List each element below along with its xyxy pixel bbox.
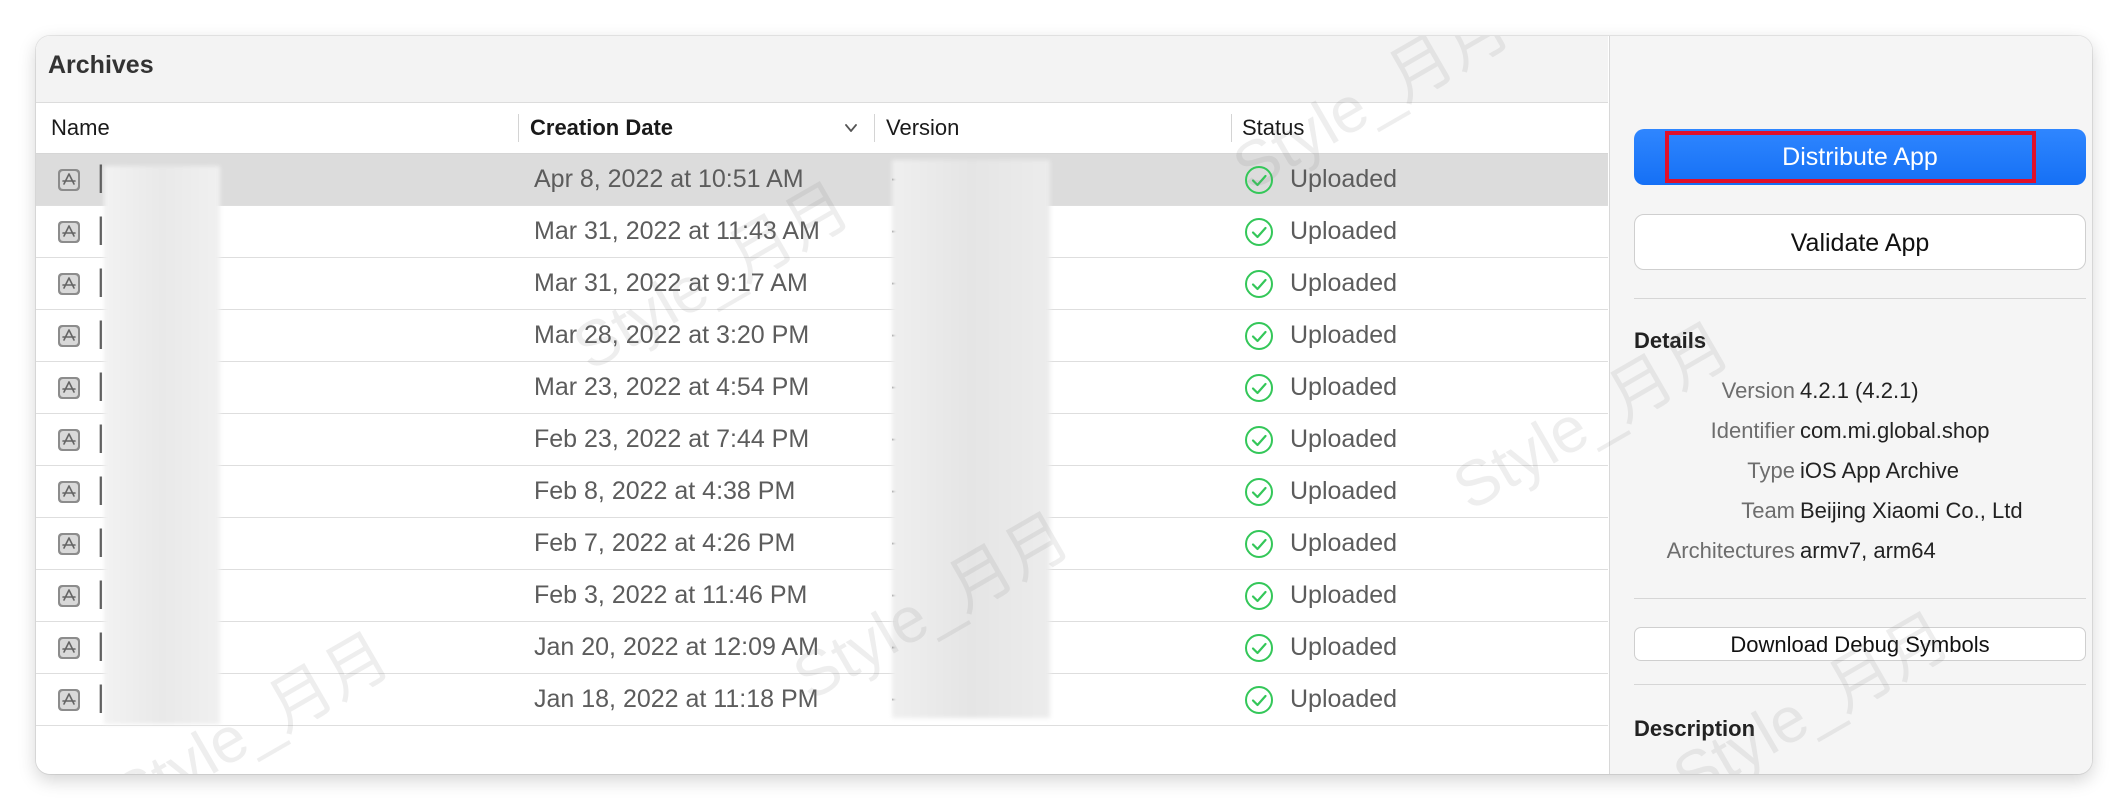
archive-row[interactable]: ▏Feb 3, 2022 at 11:46 PM-Uploaded bbox=[36, 570, 1608, 622]
app-archive-icon bbox=[58, 637, 80, 659]
checkmark-circle-icon bbox=[1245, 478, 1273, 506]
checkmark-circle-icon bbox=[1245, 686, 1273, 714]
validate-app-button[interactable]: Validate App bbox=[1634, 214, 2086, 270]
archive-status: Uploaded bbox=[1290, 425, 1398, 453]
archive-row[interactable]: ▏Mar 28, 2022 at 3:20 PM-Uploaded bbox=[36, 310, 1608, 362]
detail-value: iOS App Archive bbox=[1800, 458, 1959, 483]
checkmark-circle-icon bbox=[1245, 374, 1273, 402]
archives-header: Archives bbox=[36, 36, 1608, 103]
checkmark-circle-icon bbox=[1245, 218, 1273, 246]
archive-status: Uploaded bbox=[1290, 217, 1398, 245]
app-archive-icon bbox=[58, 325, 80, 347]
redacted-version-column bbox=[892, 160, 1050, 718]
column-header-creation-date[interactable]: Creation Date bbox=[530, 103, 673, 153]
archive-row[interactable]: ▏Jan 20, 2022 at 12:09 AM-Uploaded bbox=[36, 622, 1608, 674]
archive-status: Uploaded bbox=[1290, 269, 1398, 297]
detail-value: 4.2.1 (4.2.1) bbox=[1800, 378, 1919, 403]
archive-row[interactable]: ▏Jan 18, 2022 at 11:18 PM-Uploaded bbox=[36, 674, 1608, 726]
app-archive-icon bbox=[58, 169, 80, 191]
checkmark-circle-icon bbox=[1245, 426, 1273, 454]
archive-status: Uploaded bbox=[1290, 581, 1398, 609]
archive-creation-date: Apr 8, 2022 at 10:51 AM bbox=[534, 165, 804, 193]
archive-creation-date: Mar 23, 2022 at 4:54 PM bbox=[534, 373, 810, 401]
details-title: Details bbox=[1634, 328, 1707, 353]
archive-row[interactable]: ▏Mar 23, 2022 at 4:54 PM-Uploaded bbox=[36, 362, 1608, 414]
archive-creation-date: Feb 8, 2022 at 4:38 PM bbox=[534, 477, 796, 505]
archive-row[interactable]: ▏Mar 31, 2022 at 9:17 AM-Uploaded bbox=[36, 258, 1608, 310]
app-archive-icon bbox=[58, 689, 80, 711]
archive-status: Uploaded bbox=[1290, 633, 1398, 661]
column-divider[interactable] bbox=[518, 114, 519, 142]
detail-label: Version bbox=[1721, 378, 1795, 403]
checkmark-circle-icon bbox=[1245, 530, 1273, 558]
archive-creation-date: Feb 3, 2022 at 11:46 PM bbox=[534, 581, 808, 609]
archive-creation-date: Feb 23, 2022 at 7:44 PM bbox=[534, 425, 810, 453]
detail-label: Architectures bbox=[1666, 538, 1795, 563]
archive-creation-date: Mar 28, 2022 at 3:20 PM bbox=[534, 321, 810, 349]
archive-row[interactable]: ▏Feb 23, 2022 at 7:44 PM-Uploaded bbox=[36, 414, 1608, 466]
download-debug-symbols-button[interactable]: Download Debug Symbols bbox=[1634, 627, 2086, 661]
column-header-row: Name Creation Date Version Status bbox=[36, 103, 1608, 154]
archive-creation-date: Jan 20, 2022 at 12:09 AM bbox=[534, 633, 819, 661]
distribute-app-button[interactable]: Distribute App bbox=[1634, 129, 2086, 185]
checkmark-circle-icon bbox=[1245, 166, 1273, 194]
archive-row[interactable]: ▏Feb 7, 2022 at 4:26 PM-Uploaded bbox=[36, 518, 1608, 570]
app-archive-icon bbox=[58, 429, 80, 451]
organizer-window: Archives Name Creation Date Version Stat… bbox=[36, 36, 2092, 774]
detail-value: com.mi.global.shop bbox=[1800, 418, 1990, 443]
archive-status: Uploaded bbox=[1290, 373, 1398, 401]
app-archive-icon bbox=[58, 533, 80, 555]
app-archive-icon bbox=[58, 585, 80, 607]
checkmark-circle-icon bbox=[1245, 322, 1273, 350]
archive-creation-date: Feb 7, 2022 at 4:26 PM bbox=[534, 529, 796, 557]
column-header-version[interactable]: Version bbox=[886, 103, 959, 153]
app-archive-icon bbox=[58, 377, 80, 399]
chevron-down-icon[interactable] bbox=[844, 121, 858, 135]
archive-details-sidebar: Distribute App Validate App Details Vers… bbox=[1609, 36, 2092, 774]
checkmark-circle-icon bbox=[1245, 582, 1273, 610]
detail-label: Type bbox=[1747, 458, 1795, 483]
archive-status: Uploaded bbox=[1290, 165, 1398, 193]
archives-list-pane: Archives Name Creation Date Version Stat… bbox=[36, 36, 1608, 774]
divider bbox=[1634, 298, 2086, 299]
column-header-name[interactable]: Name bbox=[51, 103, 110, 153]
archive-status: Uploaded bbox=[1290, 477, 1398, 505]
checkmark-circle-icon bbox=[1245, 270, 1273, 298]
redacted-name-column bbox=[104, 166, 220, 724]
archive-status: Uploaded bbox=[1290, 685, 1398, 713]
archive-row[interactable]: ▏Feb 8, 2022 at 4:38 PM-Uploaded bbox=[36, 466, 1608, 518]
detail-value: Beijing Xiaomi Co., Ltd bbox=[1800, 498, 2023, 523]
detail-label: Identifier bbox=[1710, 418, 1795, 443]
archive-status: Uploaded bbox=[1290, 321, 1398, 349]
column-divider[interactable] bbox=[874, 114, 875, 142]
detail-value: armv7, arm64 bbox=[1800, 538, 1936, 563]
archive-row[interactable]: ▏Apr 8, 2022 at 10:51 AM-Uploaded bbox=[36, 154, 1608, 206]
divider bbox=[1634, 684, 2086, 685]
checkmark-circle-icon bbox=[1245, 634, 1273, 662]
app-archive-icon bbox=[58, 481, 80, 503]
archive-creation-date: Jan 18, 2022 at 11:18 PM bbox=[534, 685, 819, 713]
app-archive-icon bbox=[58, 273, 80, 295]
archive-status: Uploaded bbox=[1290, 529, 1398, 557]
archive-row[interactable]: ▏Mar 31, 2022 at 11:43 AM-Uploaded bbox=[36, 206, 1608, 258]
divider bbox=[1634, 598, 2086, 599]
app-archive-icon bbox=[58, 221, 80, 243]
column-divider[interactable] bbox=[1231, 114, 1232, 142]
archive-creation-date: Mar 31, 2022 at 11:43 AM bbox=[534, 217, 820, 245]
description-title: Description bbox=[1634, 716, 1756, 741]
archives-title: Archives bbox=[48, 51, 154, 79]
detail-label: Team bbox=[1741, 498, 1795, 523]
archive-creation-date: Mar 31, 2022 at 9:17 AM bbox=[534, 269, 808, 297]
column-header-status[interactable]: Status bbox=[1242, 103, 1304, 153]
